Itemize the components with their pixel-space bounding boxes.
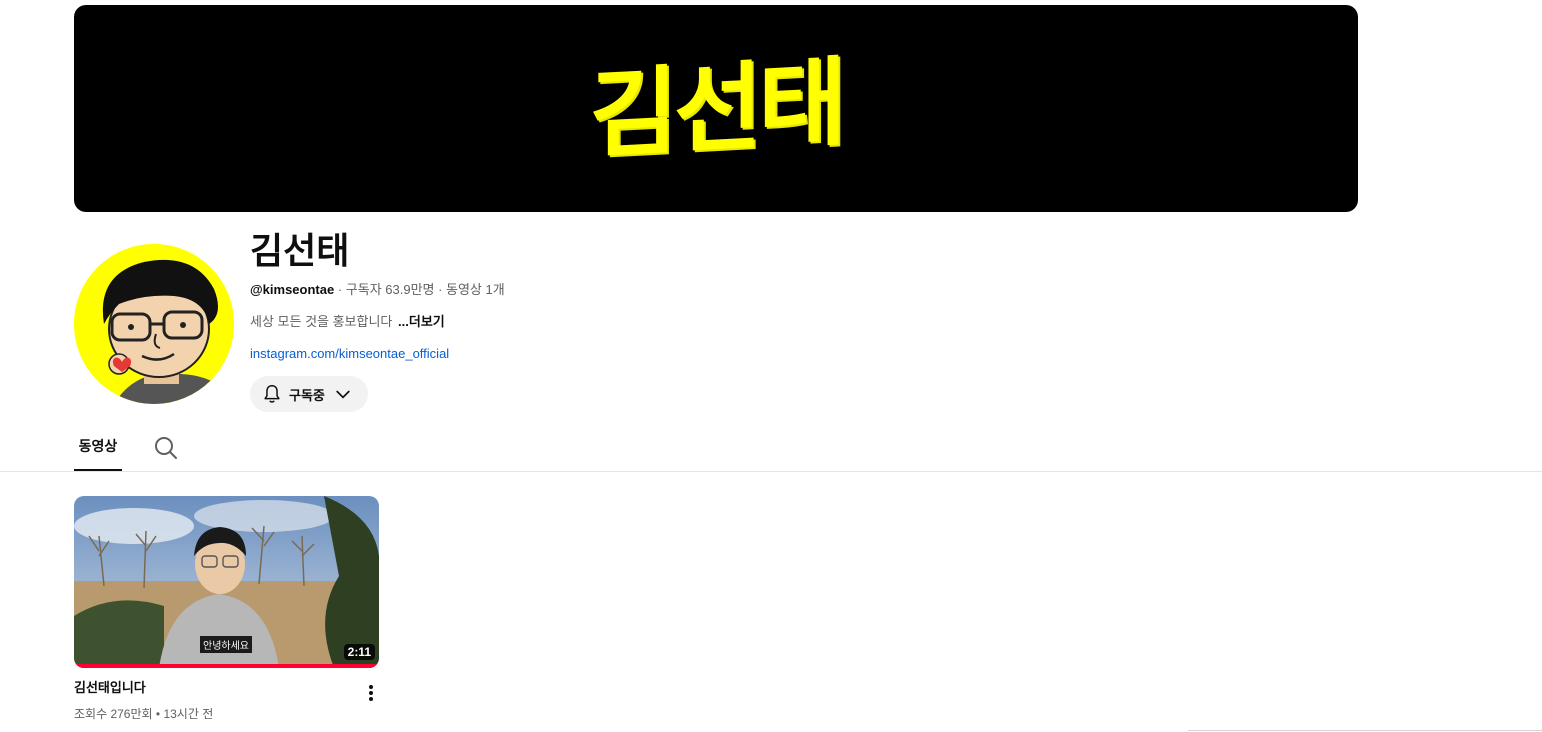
description-text: 세상 모든 것을 홍보합니다 [250, 314, 393, 329]
channel-handle: @kimseontae [250, 282, 335, 297]
watch-progress-bar [74, 664, 379, 668]
search-icon[interactable] [152, 434, 180, 462]
chevron-down-icon [336, 390, 350, 399]
banner-logo: 김선태 [589, 45, 843, 172]
video-age: 13시간 전 [163, 707, 214, 721]
channel-link[interactable]: instagram.com/kimseontae_official [250, 345, 449, 363]
channel-page: 김선태 김선태 @kimseontae · 구독자 63.9만명 · 동영상 1… [0, 0, 1542, 732]
video-title[interactable]: 김선태입니다 [74, 680, 146, 698]
subscribed-label: 구독중 [289, 388, 325, 404]
avatar-illustration [74, 244, 234, 404]
tab-videos[interactable]: 동영상 [74, 430, 122, 471]
meta-separator: • [152, 707, 164, 721]
channel-avatar[interactable] [74, 244, 234, 404]
video-meta: 조회수 276만회 • 13시간 전 [74, 706, 213, 722]
video-thumbnail[interactable]: 안녕하세요 2:11 [74, 496, 379, 668]
bottom-divider [1188, 730, 1542, 731]
channel-name: 김선태 [250, 231, 350, 272]
bell-icon [264, 385, 280, 403]
video-views: 조회수 276만회 [74, 707, 153, 721]
video-duration: 2:11 [343, 644, 375, 660]
more-link[interactable]: ...더보기 [398, 314, 445, 329]
video-caption: 안녕하세요 [200, 636, 252, 653]
subscribed-button[interactable]: 구독중 [250, 376, 368, 412]
tabs-divider [0, 471, 1542, 472]
more-vert-icon[interactable] [360, 682, 382, 704]
channel-description[interactable]: 세상 모든 것을 홍보합니다 ...더보기 [250, 313, 445, 331]
channel-banner: 김선태 [74, 5, 1358, 212]
channel-stats: · 구독자 63.9만명 · 동영상 1개 [334, 282, 505, 297]
channel-meta: @kimseontae · 구독자 63.9만명 · 동영상 1개 [250, 281, 505, 299]
